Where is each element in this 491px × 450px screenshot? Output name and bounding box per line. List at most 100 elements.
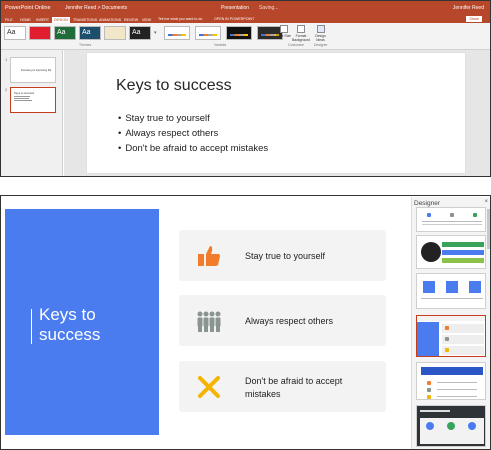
key-card-3[interactable]: Don't be afraid to accept mistakes	[179, 361, 386, 412]
format-background-button[interactable]: Format Background	[291, 25, 311, 42]
design-idea-3[interactable]	[416, 273, 486, 309]
variant-2[interactable]	[195, 26, 221, 40]
slide-thumbnail-1[interactable]: Focusing on improving life	[10, 57, 56, 83]
idea-circle	[468, 422, 476, 430]
thumbnail-line	[14, 96, 30, 97]
variants-group-label: Variants	[214, 43, 227, 47]
designer-title: Designer	[414, 200, 441, 207]
idea-tile	[446, 281, 458, 293]
slide-size-icon	[279, 25, 288, 33]
idea-header-band	[421, 367, 483, 375]
slide-thumbnails: 1 Focusing on improving life 2 Keys to s…	[1, 50, 63, 176]
thumbnail-text: Focusing on improving life	[21, 69, 52, 72]
variant-1[interactable]	[164, 26, 190, 40]
share-button[interactable]: Share	[466, 16, 482, 22]
variant-swatch	[168, 34, 186, 36]
theme-office[interactable]: Aa	[4, 26, 26, 40]
tell-me-search[interactable]: Tell me what you want to do	[158, 17, 202, 21]
design-idea-1[interactable]	[416, 207, 486, 232]
close-icon[interactable]: ×	[484, 199, 488, 205]
tab-transitions[interactable]: TRANSITIONS	[71, 17, 99, 23]
designer-scrollbar[interactable]	[487, 209, 490, 249]
idea-circle	[447, 422, 455, 430]
current-slide[interactable]: Keys to success Stay true to yourself Al…	[86, 52, 466, 174]
idea-icon	[427, 213, 431, 217]
idea-icon	[450, 213, 454, 217]
idea-blue-band	[417, 322, 439, 356]
bullet-item[interactable]: Always respect others	[118, 126, 268, 141]
slide-title[interactable]: Keys to success	[116, 77, 232, 95]
design-idea-6[interactable]	[416, 405, 486, 447]
tab-review[interactable]: REVIEW	[122, 17, 140, 23]
key-card-2[interactable]: Always respect others	[179, 295, 386, 346]
title-band: Keys to success	[5, 209, 159, 435]
design-idea-2[interactable]	[416, 235, 486, 269]
design-ribbon: Aa Aa Aa Aa ▾ Slide Size Format Backgrou…	[1, 23, 490, 50]
idea-header	[417, 316, 485, 321]
slide-thumbnail-2[interactable]: Keys to success	[10, 87, 56, 113]
key-card-1[interactable]: Stay true to yourself	[179, 230, 386, 281]
idea-card	[442, 346, 484, 355]
user-name[interactable]: Jennifer Reed	[453, 5, 484, 11]
variant-swatch	[230, 34, 248, 36]
key-text[interactable]: Stay true to yourself	[245, 250, 380, 263]
tab-home[interactable]: HOME	[18, 17, 33, 23]
thumbs-up-icon	[198, 246, 220, 266]
tab-animations[interactable]: ANIMATIONS	[97, 17, 123, 23]
save-status: Saving...	[259, 5, 279, 11]
idea-text-line	[422, 224, 482, 225]
idea-text-line	[420, 410, 450, 412]
thumbnail-number: 1	[5, 57, 8, 62]
bullet-item[interactable]: Stay true to yourself	[118, 111, 268, 126]
idea-card	[442, 335, 484, 344]
theme-blue[interactable]: Aa	[79, 26, 101, 40]
customize-group-label: Customize	[288, 43, 305, 47]
theme-red[interactable]	[29, 26, 51, 40]
breadcrumb[interactable]: Jennifer Reed > Documents	[65, 5, 127, 11]
key-text[interactable]: Always respect others	[245, 315, 380, 328]
idea-text-line	[437, 389, 477, 390]
tab-file[interactable]: FILE	[3, 17, 15, 23]
slide-size-label: Slide Size	[275, 34, 292, 38]
idea-icon	[427, 381, 431, 385]
design-ideas-icon	[316, 25, 325, 33]
theme-label: Aa	[7, 29, 16, 36]
slide-editor: Keys to success Stay true to yourself Al…	[64, 50, 490, 176]
design-idea-4[interactable]	[416, 315, 486, 357]
idea-bar	[442, 242, 484, 247]
theme-sand[interactable]	[104, 26, 126, 40]
idea-icon	[445, 326, 449, 330]
open-in-powerpoint-button[interactable]: OPEN IN POWERPOINT	[214, 17, 254, 21]
themes-group-label: Themes	[79, 43, 92, 47]
tab-view[interactable]: VIEW	[140, 17, 153, 23]
idea-text-line	[421, 298, 483, 299]
slide-size-button[interactable]: Slide Size	[275, 25, 292, 38]
thumbnail-number: 2	[5, 87, 8, 92]
format-background-icon	[297, 25, 305, 33]
key-text[interactable]: Don't be afraid to accept mistakes	[245, 375, 380, 400]
designer-result-window: Keys to success Stay true to yourself Al…	[0, 195, 491, 450]
app-name[interactable]: PowerPoint Online	[5, 5, 51, 11]
theme-label: Aa	[132, 29, 141, 36]
designer-pane: Designer ×	[411, 197, 490, 449]
format-background-label: Format Background	[291, 34, 311, 42]
design-ideas-button[interactable]: Design Ideas	[312, 25, 329, 42]
idea-icon	[445, 348, 449, 352]
designed-slide-title[interactable]: Keys to success	[39, 305, 149, 345]
ribbon-tabs: FILE HOME INSERT DESIGN TRANSITIONS ANIM…	[1, 15, 490, 23]
idea-bar	[442, 250, 484, 255]
tab-insert[interactable]: INSERT	[34, 17, 51, 23]
theme-dark[interactable]: Aa	[129, 26, 151, 40]
design-ideas-label: Design Ideas	[315, 34, 326, 42]
design-idea-5[interactable]	[416, 362, 486, 400]
slide-bullets[interactable]: Stay true to yourself Always respect oth…	[118, 111, 268, 156]
bullet-item[interactable]: Don't be afraid to accept mistakes	[118, 141, 268, 156]
document-title[interactable]: Presentation	[221, 5, 249, 11]
designed-slide[interactable]: Keys to success Stay true to yourself Al…	[5, 209, 404, 435]
variant-3[interactable]	[226, 26, 252, 40]
tab-design[interactable]: DESIGN	[52, 16, 70, 23]
themes-more-icon[interactable]: ▾	[154, 30, 157, 36]
x-mark-icon	[198, 376, 220, 398]
theme-green[interactable]: Aa	[54, 26, 76, 40]
idea-icon	[427, 395, 431, 399]
